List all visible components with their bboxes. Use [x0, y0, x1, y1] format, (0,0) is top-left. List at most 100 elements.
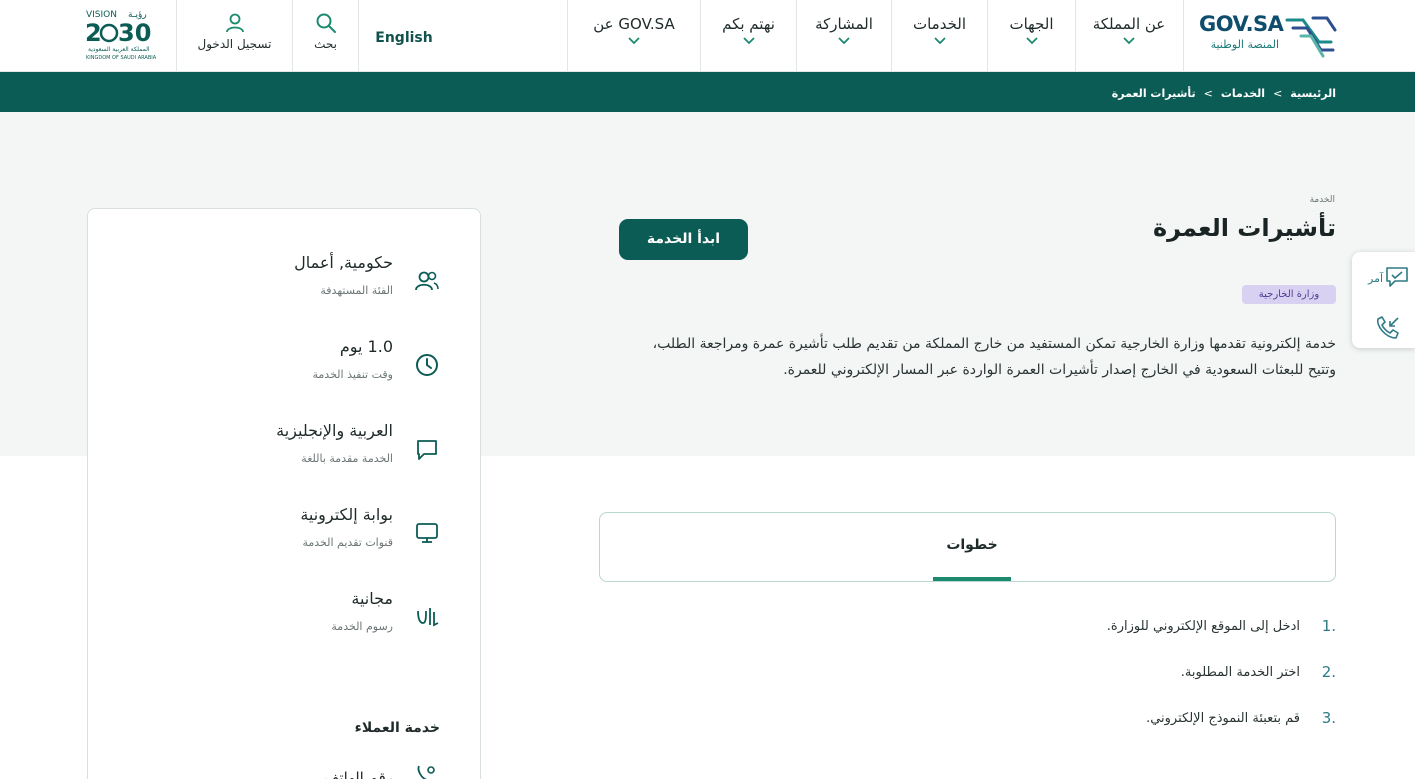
nav-divider [567, 0, 568, 72]
nav-divider [176, 0, 177, 72]
tab-steps[interactable]: خطوات [933, 513, 1011, 581]
service-tabs: خطوات [599, 512, 1336, 582]
breadcrumb-home[interactable]: الرئيسية [1290, 72, 1336, 115]
agency-badge[interactable]: وزارة الخارجية [1242, 285, 1336, 304]
nav-services[interactable]: الخدمات [892, 0, 987, 72]
users-icon [415, 271, 439, 291]
nav-divider [987, 0, 988, 72]
svg-text:KINGDOM OF SAUDI ARABIA: KINGDOM OF SAUDI ARABIA [86, 55, 157, 61]
info-value: مجانية [351, 589, 393, 608]
step-number: 3. [1321, 709, 1336, 727]
chevron-down-icon [742, 37, 755, 45]
breadcrumb-separator: > [1203, 87, 1213, 100]
page-title: تأشيرات العمرة [1152, 214, 1336, 242]
chat-support-icon [1386, 267, 1408, 287]
user-icon [225, 13, 244, 33]
info-caption: رسوم الخدمة [331, 620, 393, 633]
site-header: GOV.SA المنصة الوطنية عن المملكة الجهات … [0, 0, 1415, 72]
start-service-button[interactable]: ابدأ الخدمة [619, 219, 748, 260]
search-icon [316, 13, 336, 33]
info-value: 1.0 يوم [339, 337, 393, 356]
chevron-down-icon [1123, 37, 1135, 45]
step-text: قم بتعبئة النموذج الإلكتروني. [1146, 711, 1300, 726]
login-label: تسجيل الدخول [197, 37, 272, 51]
svg-text:المملكة العربية السعودية: المملكة العربية السعودية [88, 46, 150, 53]
nav-divider [700, 0, 701, 72]
nav-label: المشاركة [815, 15, 873, 33]
breadcrumb: الرئيسية > الخدمات > تأشيرات العمرة [1112, 72, 1336, 112]
nav-label: نهتم بكم [722, 15, 775, 33]
nav-label: عن GOV.SA [593, 15, 675, 33]
breadcrumb-bar: الرئيسية > الخدمات > تأشيرات العمرة [0, 72, 1415, 112]
active-tab-indicator [933, 577, 1011, 581]
customer-service-phone[interactable]: رقم الهاتف [324, 769, 393, 779]
nav-divider [1183, 0, 1184, 72]
svg-text:2: 2 [85, 19, 102, 47]
page: GOV.SA المنصة الوطنية عن المملكة الجهات … [0, 0, 1415, 779]
language-toggle[interactable]: English [359, 0, 449, 72]
customer-service-title: خدمة العملاء [354, 720, 440, 736]
info-caption: الخدمة مقدمة باللغة [301, 452, 393, 465]
step-number: 2. [1321, 663, 1336, 681]
info-value: العربية والإنجليزية [276, 421, 393, 440]
info-target-audience: حكومية, أعمال الفئة المستهدفة [88, 253, 480, 323]
chevron-down-icon [838, 37, 850, 45]
gov-sa-logo-mark-icon [1285, 16, 1337, 58]
nav-about-govsa[interactable]: عن GOV.SA [568, 0, 700, 72]
list-item: 1. ادخل إلى الموقع الإلكتروني للوزارة. [636, 612, 1336, 658]
service-kicker: الخدمة [1309, 195, 1335, 205]
nav-agencies[interactable]: الجهات [988, 0, 1075, 72]
info-caption: الفئة المستهدفة [320, 284, 393, 297]
brand-subtitle: المنصة الوطنية [1210, 38, 1279, 51]
nav-we-care[interactable]: نهتم بكم [701, 0, 796, 72]
step-number: 1. [1321, 617, 1336, 635]
step-text: ادخل إلى الموقع الإلكتروني للوزارة. [1106, 619, 1300, 634]
vision-2030-logo[interactable]: VISION رؤيـة 2 30 المملكة العربية السعود… [84, 6, 164, 64]
gov-sa-logo[interactable]: GOV.SA المنصة الوطنية [1199, 10, 1339, 60]
nav-label: الخدمات [912, 15, 967, 33]
info-language: العربية والإنجليزية الخدمة مقدمة باللغة [88, 421, 480, 491]
service-description: خدمة إلكترونية تقدمها وزارة الخارجية تمك… [652, 336, 1336, 378]
amer-chat-button[interactable]: آمر [1358, 262, 1414, 296]
nav-about-kingdom[interactable]: عن المملكة [1075, 0, 1183, 72]
login-button[interactable]: تسجيل الدخول [177, 0, 292, 72]
floating-support-widget: آمر [1352, 252, 1415, 348]
monitor-icon [416, 523, 438, 543]
nav-divider [1075, 0, 1076, 72]
info-channels: بوابة إلكترونية قنوات تقديم الخدمة [88, 505, 480, 575]
breadcrumb-current: تأشيرات العمرة [1111, 87, 1196, 100]
clock-icon [416, 354, 438, 376]
info-value: حكومية, أعمال [294, 253, 393, 272]
chevron-down-icon [933, 37, 946, 45]
brand-name: GOV.SA [1199, 12, 1284, 36]
chevron-down-icon [1025, 37, 1038, 45]
breadcrumb-services[interactable]: الخدمات [1221, 72, 1265, 115]
list-item: 2. اختر الخدمة المطلوبة. [636, 658, 1336, 704]
info-value: بوابة إلكترونية [300, 505, 393, 524]
amer-label: آمر [1368, 272, 1384, 285]
riyal-icon [417, 608, 439, 627]
tab-steps-label: خطوات [946, 537, 998, 553]
info-caption: قنوات تقديم الخدمة [302, 536, 393, 549]
step-text: اختر الخدمة المطلوبة. [1180, 665, 1300, 680]
steps-list: 1. ادخل إلى الموقع الإلكتروني للوزارة. 2… [636, 612, 1336, 750]
nav-label: عن المملكة [1092, 15, 1166, 33]
service-info-card: حكومية, أعمال الفئة المستهدفة 1.0 يوم وق… [87, 208, 481, 779]
nav-participation[interactable]: المشاركة [797, 0, 891, 72]
breadcrumb-separator: > [1273, 87, 1283, 100]
nav-label: الجهات [1009, 15, 1054, 33]
chat-bubble-icon [417, 440, 437, 460]
phone-callback-icon[interactable] [1372, 314, 1402, 344]
info-caption: وقت تنفيذ الخدمة [312, 368, 393, 381]
svg-text:30: 30 [118, 19, 151, 47]
info-fees: مجانية رسوم الخدمة [88, 589, 480, 659]
nav-divider [891, 0, 892, 72]
nav-divider [292, 0, 293, 72]
search-button[interactable]: بحث [293, 0, 358, 72]
nav-divider [796, 0, 797, 72]
chevron-down-icon [628, 37, 640, 45]
phone-icon [417, 765, 435, 779]
list-item: 3. قم بتعبئة النموذج الإلكتروني. [636, 704, 1336, 750]
info-duration: 1.0 يوم وقت تنفيذ الخدمة [88, 337, 480, 407]
nav-divider [358, 0, 359, 72]
